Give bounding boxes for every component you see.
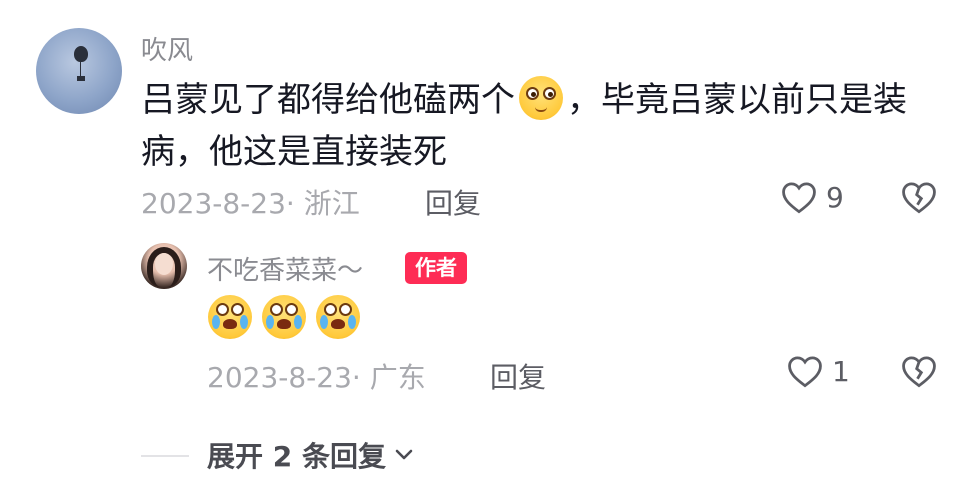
cry-laugh-emoji-icon [208,295,252,339]
comment-text: 吕蒙见了都得给他磕两个 ，毕竟吕蒙以前只是装病，他这是直接装死 [141,74,931,178]
broken-heart-icon [902,182,936,214]
heart-icon [788,356,822,388]
divider [141,455,189,457]
reply-date-location: 2023-8-23· 广东 [207,361,426,394]
cry-laugh-emoji-icon [262,295,306,339]
heart-icon [782,182,816,214]
smile-emoji-icon [519,75,563,120]
dislike-button[interactable] [900,180,938,218]
chevron-down-icon [395,449,413,460]
like-button[interactable]: 9 [780,180,844,214]
cry-laugh-emoji-icon [316,295,360,339]
reply-username[interactable]: 不吃香菜菜～ [207,250,363,287]
reply-avatar[interactable] [141,243,187,289]
comment-username[interactable]: 吹风 [141,30,193,67]
expand-replies-button[interactable]: 展开 2 条回复 [207,435,416,475]
comment-date-location: 2023-8-23· 浙江 [141,187,360,220]
reply-reply-button[interactable]: 回复 [490,356,546,396]
reply-emojis [208,295,360,339]
author-badge: 作者 [405,252,467,284]
user-avatar[interactable] [36,28,122,114]
like-count: 9 [826,180,844,214]
expand-replies-label: 展开 2 条回复 [207,440,386,473]
reply-like-button[interactable]: 1 [786,354,850,388]
reply-like-count: 1 [832,354,850,388]
reply-button[interactable]: 回复 [425,182,481,222]
broken-heart-icon [902,356,936,388]
reply-dislike-button[interactable] [900,354,938,392]
